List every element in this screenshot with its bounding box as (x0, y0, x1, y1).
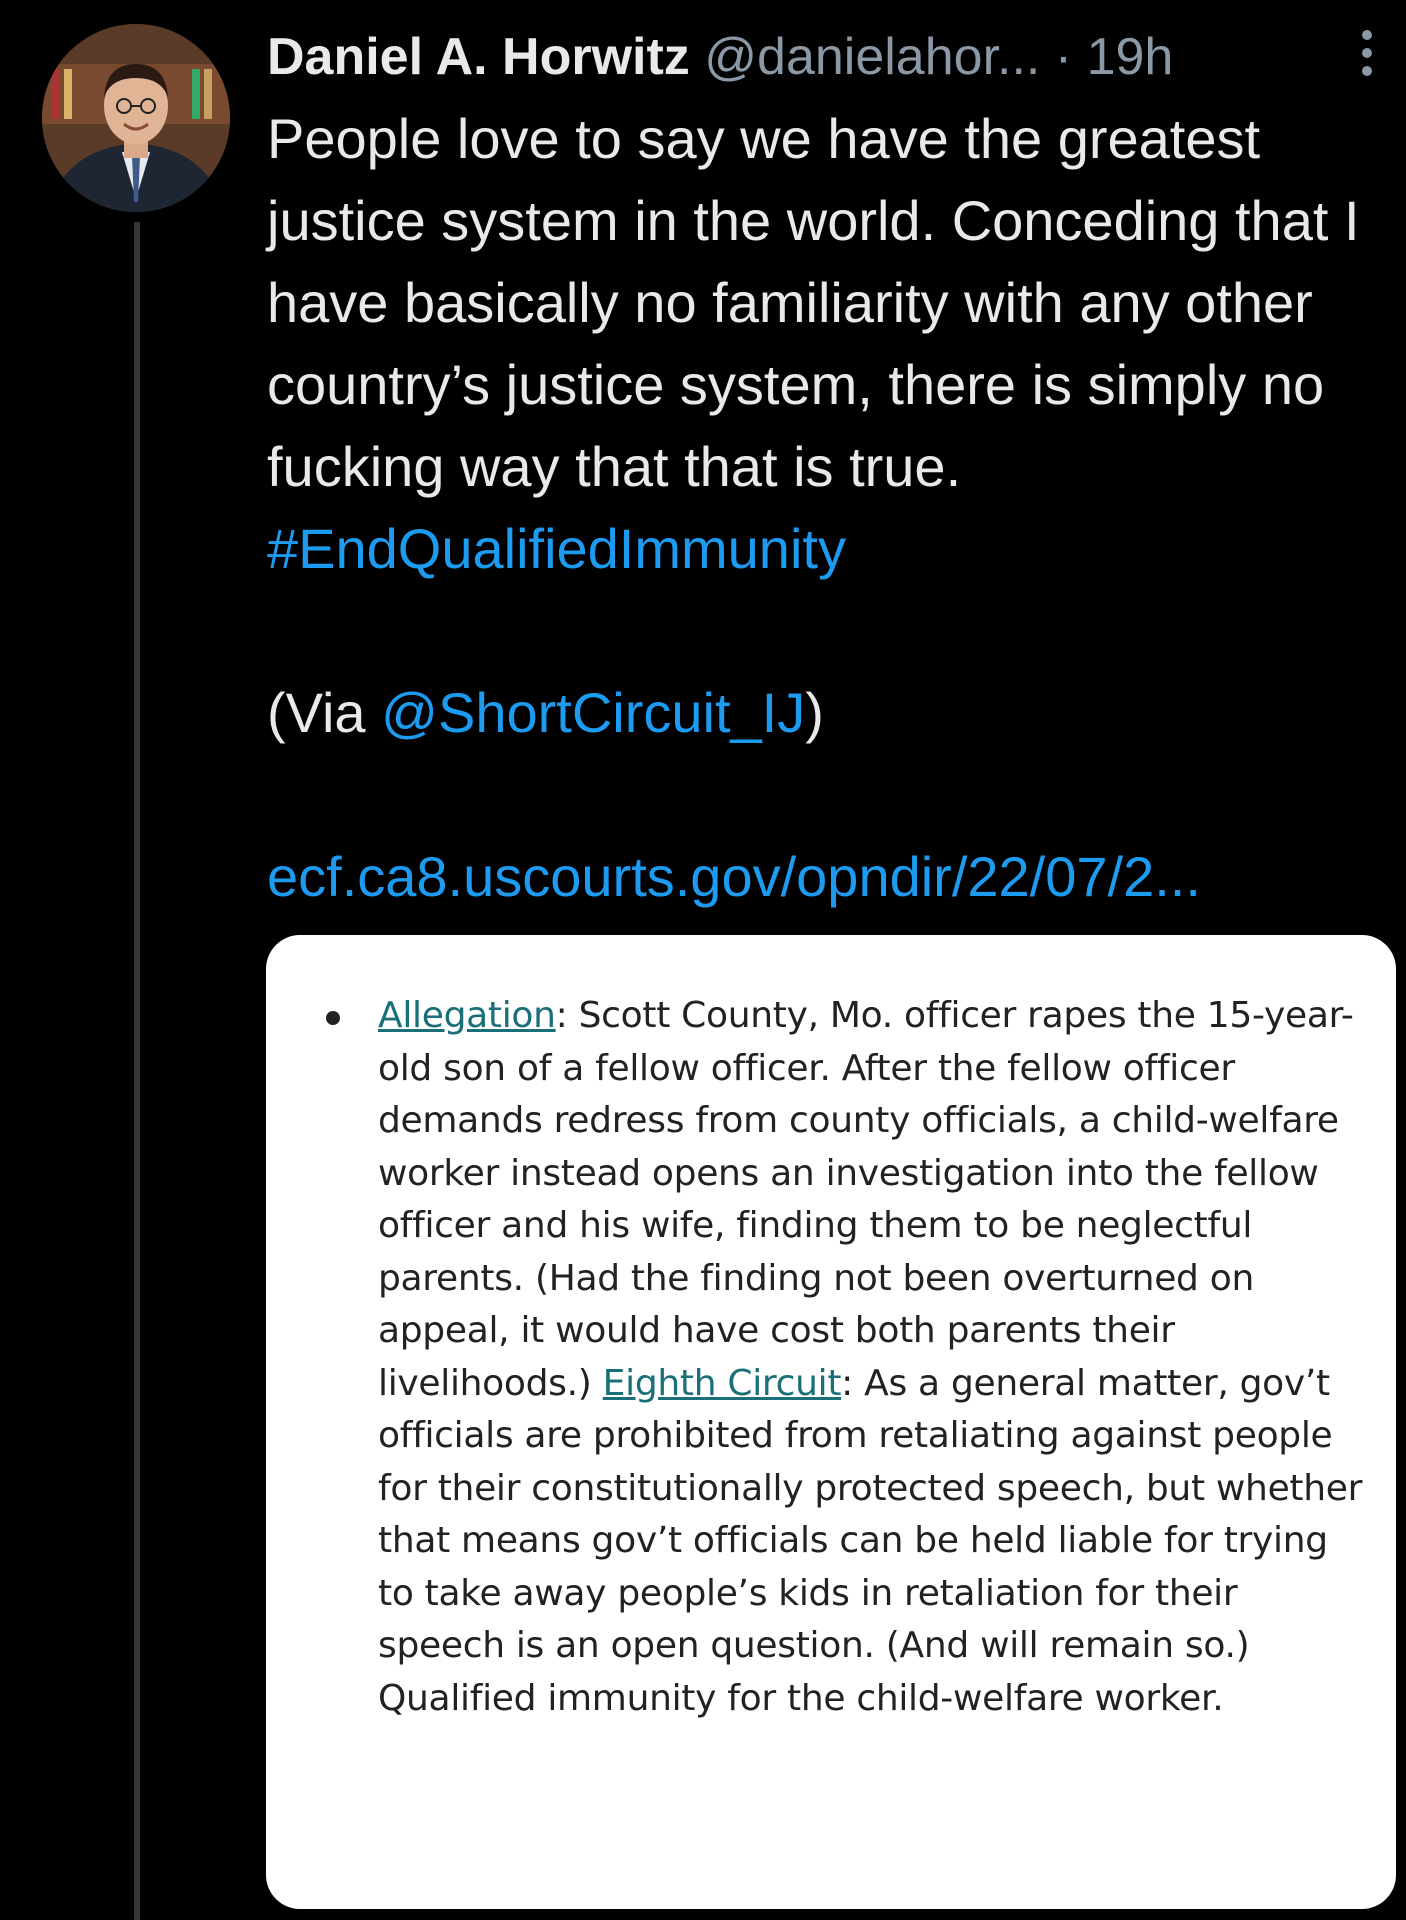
via-prefix: (Via (267, 681, 382, 744)
attached-image-card[interactable]: Allegation: Scott County, Mo. officer ra… (266, 935, 1396, 1909)
thread-line (134, 222, 140, 1920)
url-link[interactable]: ecf.ca8.uscourts.gov/opndir/22/07/2... (267, 845, 1201, 908)
hashtag-link[interactable]: #EndQualifiedImmunity (267, 517, 846, 580)
header-separator: · (1040, 28, 1087, 86)
via-suffix: ) (805, 681, 824, 744)
allegation-text: : Scott County, Mo. officer rapes the 15… (378, 995, 1354, 1404)
tweet-time[interactable]: 19h (1087, 28, 1174, 86)
author-handle[interactable]: @danielahor... (704, 28, 1040, 86)
bullet-icon (326, 1011, 340, 1025)
card-text: Allegation: Scott County, Mo. officer ra… (378, 990, 1368, 1725)
allegation-link: Allegation (378, 995, 556, 1036)
tweet-body: People love to say we have the greatest … (267, 98, 1392, 918)
tweet-text: People love to say we have the greatest … (267, 107, 1360, 498)
court-text: : As a general matter, gov’t officials a… (378, 1362, 1363, 1719)
more-options-icon[interactable] (1352, 30, 1382, 90)
avatar[interactable] (42, 24, 230, 212)
via-handle-link[interactable]: @ShortCircuit_IJ (381, 681, 805, 744)
avatar-photo (42, 24, 230, 212)
via-line: (Via @ShortCircuit_IJ) (267, 672, 1392, 754)
court-link: Eighth Circuit (602, 1362, 842, 1404)
author-name[interactable]: Daniel A. Horwitz (267, 28, 690, 86)
tweet-header: Daniel A. Horwitz @danielahor... · 19h (267, 22, 1337, 92)
